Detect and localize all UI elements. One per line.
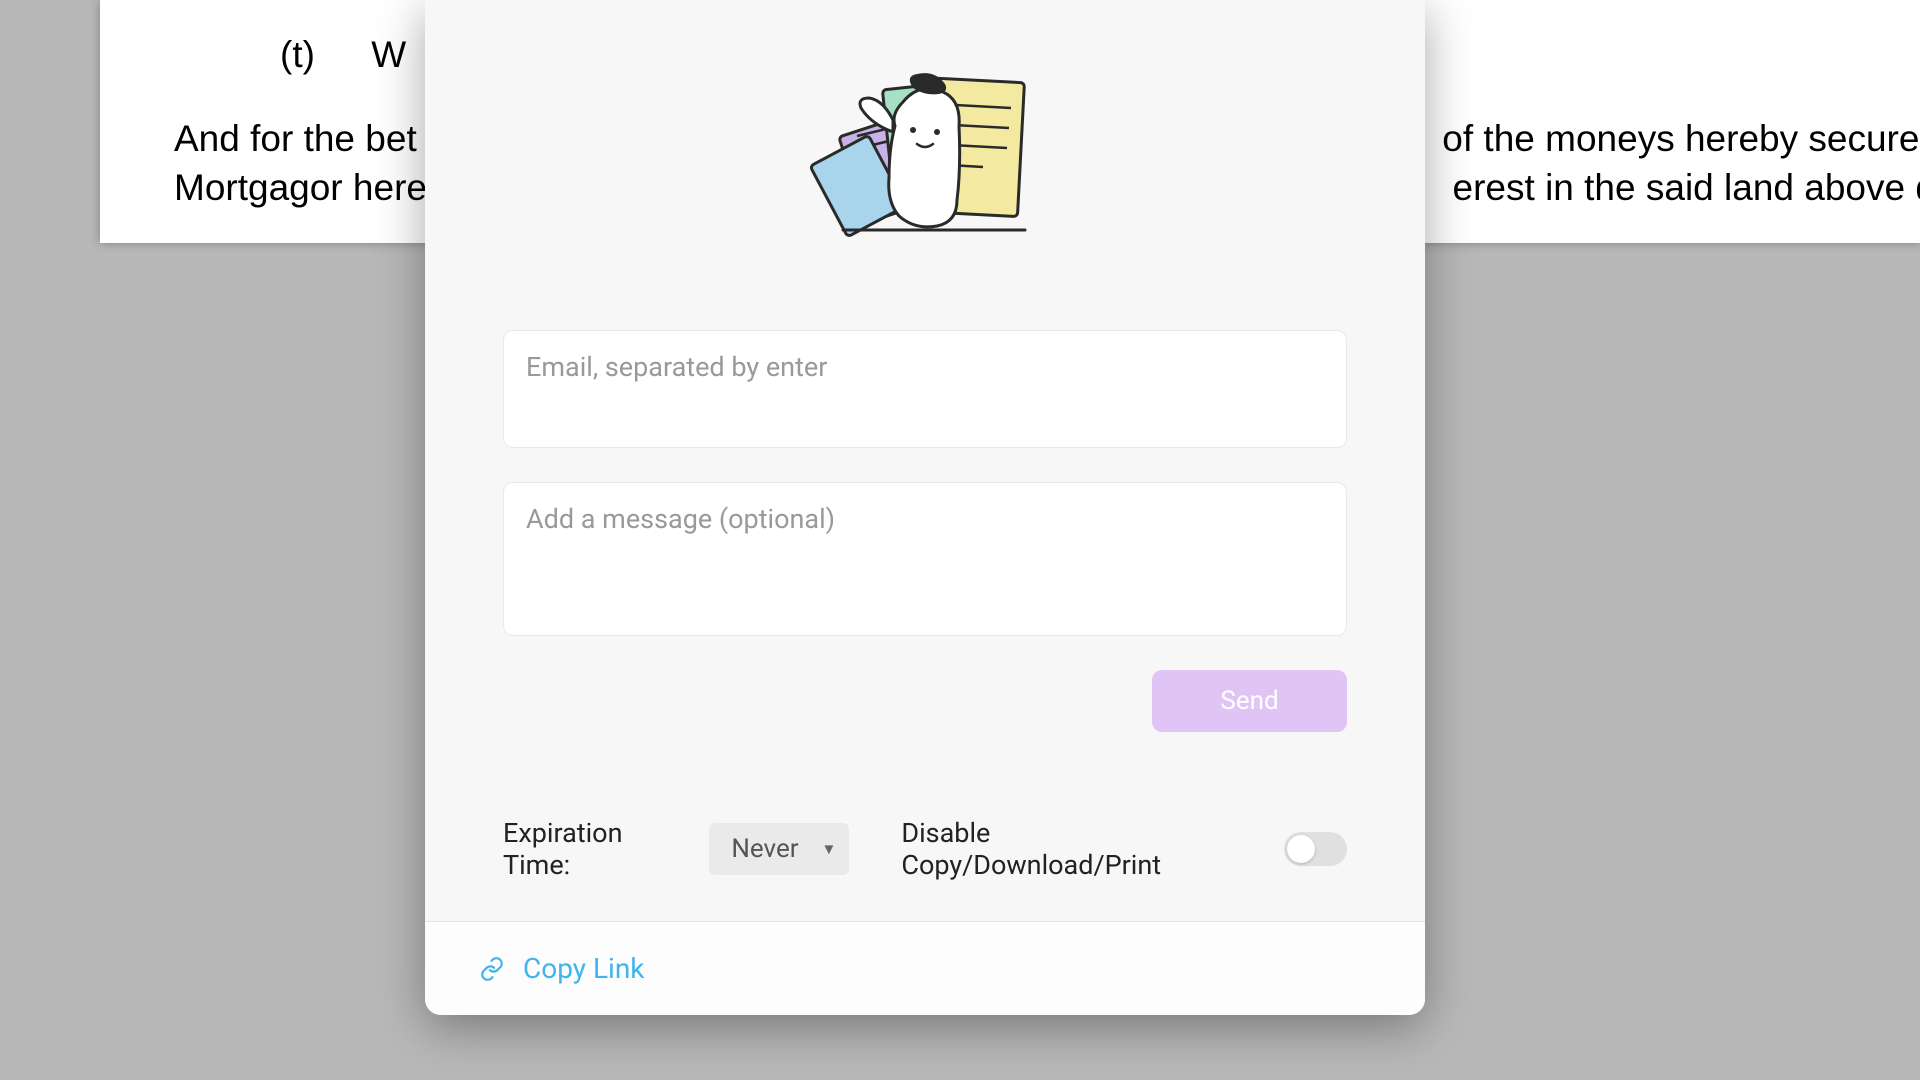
email-input[interactable] (503, 330, 1347, 448)
options-row: Expiration Time: Never Disable Copy/Down… (503, 817, 1347, 881)
expiration-select-wrap: Never (709, 823, 849, 875)
expiration-select[interactable]: Never (709, 823, 849, 875)
app-background: (t) W And for the bet of the moneys here… (0, 0, 1920, 1080)
modal-overlay: Send Expiration Time: Never Disable Copy… (0, 0, 1920, 1080)
modal-footer: Copy Link (425, 921, 1425, 1015)
share-illustration (503, 70, 1347, 240)
modal-content: Send Expiration Time: Never Disable Copy… (425, 0, 1425, 921)
copy-link-button[interactable]: Copy Link (479, 952, 645, 985)
message-input[interactable] (503, 482, 1347, 636)
link-icon (479, 956, 505, 982)
share-modal: Send Expiration Time: Never Disable Copy… (425, 0, 1425, 1015)
copy-link-label: Copy Link (523, 952, 645, 985)
disable-copy-label: Disable Copy/Download/Print (901, 817, 1248, 881)
send-button[interactable]: Send (1152, 670, 1347, 732)
expiration-label: Expiration Time: (503, 817, 691, 881)
disable-copy-toggle[interactable] (1284, 832, 1347, 866)
document-ghost-icon (795, 70, 1055, 240)
send-row: Send (503, 670, 1347, 732)
